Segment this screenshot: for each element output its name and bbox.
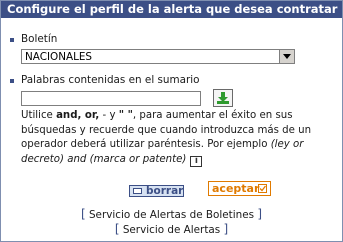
boletin-label: Boletín	[21, 33, 58, 45]
aceptar-label: aceptar	[212, 182, 260, 195]
add-keyword-button[interactable]	[213, 89, 233, 107]
servicio-alertas-link[interactable]: Servicio de Alertas	[123, 224, 220, 236]
boletin-select-value: NACIONALES	[25, 51, 93, 63]
eraser-icon	[133, 188, 142, 194]
bullet-icon	[10, 79, 14, 83]
panel-header: Configure el perfil de la alerta que des…	[1, 1, 342, 18]
palabras-label: Palabras contenidas en el sumario	[21, 74, 200, 86]
bullet-icon	[10, 38, 14, 42]
servicio-boletines-link[interactable]: Servicio de Alertas de Boletines	[89, 209, 254, 221]
chevron-down-icon[interactable]	[279, 50, 294, 63]
link-row-boletines: [ Servicio de Alertas de Boletines ]	[80, 207, 263, 221]
alert-profile-panel: Configure el perfil de la alerta que des…	[0, 0, 343, 242]
check-icon	[258, 184, 267, 193]
boletin-select[interactable]: NACIONALES	[21, 49, 295, 64]
search-help-text: Utilice and, or, - y " ", para aumentar …	[21, 110, 312, 167]
borrar-label: borrar	[146, 185, 184, 197]
palabras-input[interactable]	[21, 91, 201, 106]
aceptar-button[interactable]: aceptar	[208, 181, 271, 196]
add-arrow-icon	[217, 92, 229, 104]
borrar-button[interactable]: borrar	[129, 185, 184, 197]
info-icon[interactable]: i	[190, 155, 203, 167]
link-row-alertas: [ Servicio de Alertas ]	[114, 222, 229, 236]
